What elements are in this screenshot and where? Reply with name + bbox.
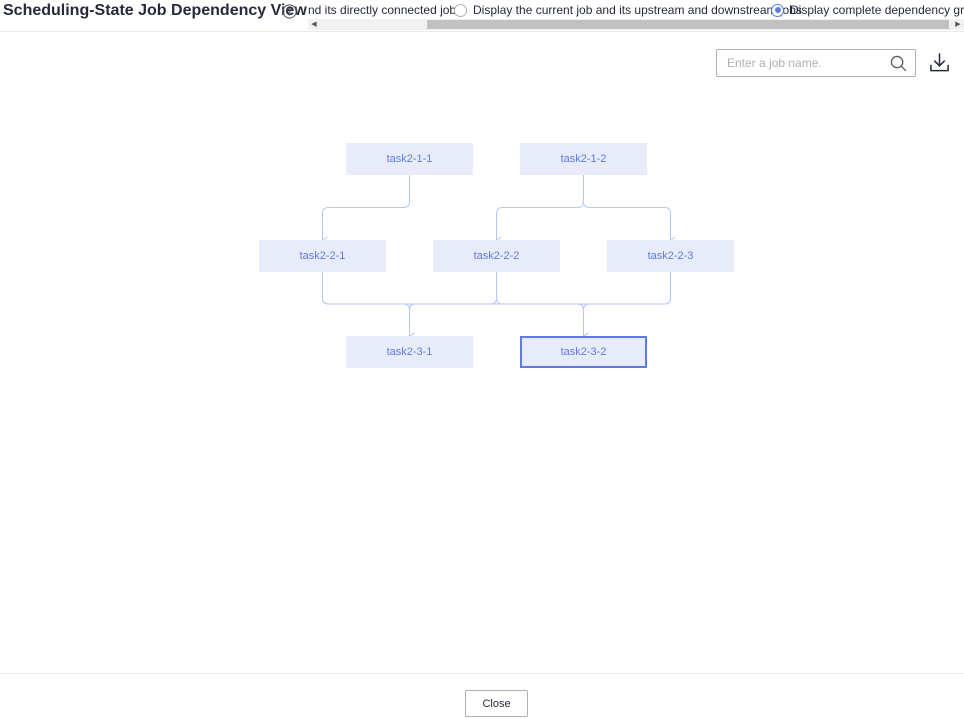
job-node-task2-3-2[interactable]: task2-3-2 — [520, 336, 647, 368]
dependency-graph-edges — [0, 175, 964, 719]
radio-label: Display the current job and its upstream… — [473, 3, 802, 17]
job-node-task2-2-1[interactable]: task2-2-1 — [259, 240, 386, 272]
job-search-box — [716, 49, 916, 77]
dependency-edge — [410, 272, 671, 336]
dependency-edge — [322, 272, 410, 336]
dependency-edge — [496, 272, 584, 336]
radio-button-checked[interactable] — [771, 3, 784, 17]
search-icon[interactable] — [890, 55, 907, 72]
radio-directly-connected-jobs[interactable]: nd its directly connected jobs — [308, 3, 462, 17]
radio-label: nd its directly connected jobs — [308, 3, 463, 17]
horizontal-scrollbar[interactable]: ◀ ▶ — [308, 19, 964, 30]
radio-button[interactable] — [454, 3, 467, 17]
question-circle-icon[interactable] — [282, 4, 297, 19]
scroll-left-arrow-icon[interactable]: ◀ — [308, 19, 320, 30]
radio-complete-dependency-graphs[interactable]: Display complete dependency graphs — [771, 3, 964, 17]
dialog-title: Scheduling-State Job Dependency View — [3, 2, 307, 19]
view-mode-radio-group: nd its directly connected jobs Display t… — [308, 0, 964, 20]
scroll-right-arrow-icon[interactable]: ▶ — [952, 19, 964, 30]
dependency-edge — [323, 175, 410, 240]
radio-label: Display complete dependency graphs — [790, 3, 964, 17]
dependency-edge — [497, 175, 584, 240]
dependency-edge — [584, 272, 671, 336]
download-icon[interactable] — [929, 52, 950, 73]
job-node-task2-3-1[interactable]: task2-3-1 — [346, 336, 473, 368]
job-node-task2-2-2[interactable]: task2-2-2 — [433, 240, 560, 272]
scrollbar-thumb[interactable] — [427, 20, 949, 29]
radio-upstream-downstream-jobs[interactable]: Display the current job and its upstream… — [454, 3, 802, 17]
job-node-task2-1-2[interactable]: task2-1-2 — [520, 143, 647, 175]
job-node-task2-2-3[interactable]: task2-2-3 — [607, 240, 734, 272]
job-node-task2-1-1[interactable]: task2-1-1 — [346, 143, 473, 175]
dialog-header: Scheduling-State Job Dependency View nd … — [0, 0, 964, 32]
dependency-edge — [583, 175, 671, 240]
job-search-input[interactable] — [717, 50, 877, 76]
dialog-footer: Close — [0, 673, 964, 719]
dependency-edge — [322, 272, 584, 336]
dependency-edge — [410, 272, 497, 336]
close-button[interactable]: Close — [465, 690, 528, 717]
